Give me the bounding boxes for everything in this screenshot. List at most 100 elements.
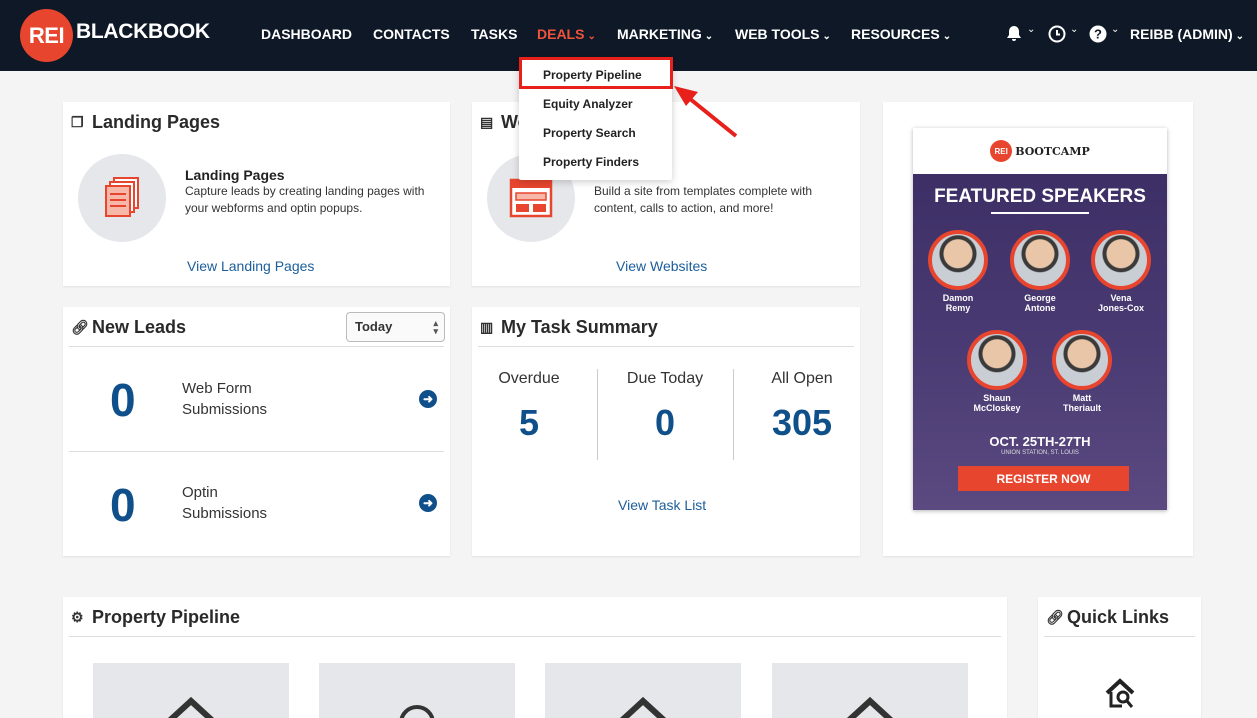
all-open-stat[interactable]: All Open 305 xyxy=(752,370,852,444)
speaker-last-name: Remy xyxy=(945,303,971,313)
arrow-right-circle-icon[interactable]: ➜ xyxy=(419,494,437,512)
web-form-count: 0 xyxy=(110,374,136,426)
new-leads-card: 🔗︎ New Leads Today ▴ ▾ 0 Web Form Submiss… xyxy=(63,307,450,556)
speaker-last-name: McCloskey xyxy=(973,403,1021,413)
link-icon: 🔗︎ xyxy=(1046,609,1064,625)
user-name: REIBB (ADMIN) xyxy=(1130,26,1233,42)
nav-dashboard[interactable]: DASHBOARD xyxy=(261,26,352,42)
speaker-last-name: Antone xyxy=(1024,303,1056,313)
card-title: 🔗︎ Quick Links xyxy=(1046,607,1169,628)
quick-links-card: 🔗︎ Quick Links xyxy=(1038,597,1201,718)
speaker-card: Vena Jones-Cox xyxy=(1086,230,1156,313)
overdue-count: 5 xyxy=(518,402,540,443)
recent-menu[interactable]: ⌄ xyxy=(1047,24,1078,49)
landing-pages-illustration xyxy=(78,154,166,242)
leads-period-value: Today xyxy=(355,319,393,334)
divider xyxy=(69,636,1001,637)
logo-mark: REI xyxy=(20,9,73,62)
landing-pages-description: Capture leads by creating landing pages … xyxy=(185,184,425,215)
nav-tasks[interactable]: TASKS xyxy=(471,26,517,42)
chevron-down-icon: ⌄ xyxy=(587,31,596,42)
optin-label: Optin Submissions xyxy=(182,482,267,524)
divider xyxy=(991,212,1089,214)
house-search-icon[interactable] xyxy=(1104,677,1138,711)
bell-icon xyxy=(1007,26,1021,41)
nav-marketing[interactable]: MARKETING ⌄ xyxy=(617,26,713,42)
landing-pages-card: ❐ Landing Pages Landing Pages Capture le… xyxy=(63,102,450,286)
card-title: ❐ Landing Pages xyxy=(71,112,220,133)
speaker-last-name: Jones-Cox xyxy=(1097,303,1144,313)
card-title: ⚙ Property Pipeline xyxy=(71,607,240,628)
nav-web-tools[interactable]: WEB TOOLS ⌄ xyxy=(735,26,831,42)
web-form-label: Web Form Submissions xyxy=(182,378,267,420)
divider xyxy=(1044,636,1195,637)
due-today-stat[interactable]: Due Today 0 xyxy=(612,370,718,444)
logo-text: BLACKBOOK xyxy=(76,19,210,43)
nav-resources-label: RESOURCES xyxy=(851,26,940,42)
nav-resources[interactable]: RESOURCES ⌄ xyxy=(851,26,951,42)
view-websites-link[interactable]: View Websites xyxy=(616,258,707,274)
ad-title: FEATURED SPEAKERS xyxy=(934,186,1146,207)
speaker-first-name: Shaun xyxy=(983,393,1011,403)
overdue-stat[interactable]: Overdue 5 xyxy=(486,370,572,444)
ad-body: FEATURED SPEAKERS Damon Remy George Anto… xyxy=(913,174,1167,510)
notifications-menu[interactable]: ⌄ xyxy=(1004,24,1035,49)
pointer-arrow-icon xyxy=(674,86,738,138)
view-task-list-link[interactable]: View Task List xyxy=(618,497,706,513)
bootcamp-ad-banner[interactable]: REI BOOTCAMP FEATURED SPEAKERS Damon Rem… xyxy=(913,128,1167,510)
stacked-pages-icon xyxy=(105,177,139,217)
speaker-card: Matt Theriault xyxy=(1047,330,1117,413)
optin-count: 0 xyxy=(110,479,136,531)
clock-icon xyxy=(1048,25,1066,43)
new-leads-title: New Leads xyxy=(92,317,187,337)
website-template-icon xyxy=(509,178,553,218)
speaker-first-name: George xyxy=(1024,293,1056,303)
web-form-label-line1: Web Form xyxy=(182,380,252,397)
ad-logo-mark: REI xyxy=(990,140,1013,162)
menu-item-property-search[interactable]: Property Search xyxy=(543,126,636,140)
pipeline-stage-tile[interactable] xyxy=(545,663,741,718)
chevron-down-icon: ⌄ xyxy=(942,31,952,42)
landing-pages-title: Landing Pages xyxy=(92,112,221,132)
pipeline-stage-tile[interactable] xyxy=(93,663,289,718)
quick-links-title: Quick Links xyxy=(1067,607,1170,627)
logo[interactable]: REI BLACKBOOK xyxy=(20,9,210,62)
chevron-down-icon: ⌄ xyxy=(1070,24,1079,35)
overdue-label: Overdue xyxy=(498,370,560,387)
nav-web-tools-label: WEB TOOLS xyxy=(735,26,820,42)
menu-item-equity-analyzer[interactable]: Equity Analyzer xyxy=(543,97,633,111)
house-icon xyxy=(168,696,214,718)
chevron-down-icon: ⌄ xyxy=(1235,31,1245,42)
register-now-button[interactable]: REGISTER NOW xyxy=(958,466,1129,491)
speaker-photo xyxy=(1091,230,1151,290)
property-pipeline-card: ⚙ Property Pipeline xyxy=(63,597,1007,718)
user-menu[interactable]: REIBB (ADMIN) ⌄ xyxy=(1130,26,1244,42)
view-landing-pages-link[interactable]: View Landing Pages xyxy=(187,258,314,274)
optin-label-line2: Submissions xyxy=(182,505,268,522)
landing-pages-heading: Landing Pages xyxy=(185,167,285,183)
house-icon xyxy=(847,696,893,718)
help-menu[interactable]: ? ⌄ xyxy=(1088,24,1119,49)
arrow-right-circle-icon[interactable]: ➜ xyxy=(419,390,437,408)
speaker-first-name: Matt xyxy=(1072,393,1092,403)
nav-deals[interactable]: DEALS ⌄ xyxy=(537,26,596,42)
pipeline-stage-tile[interactable] xyxy=(772,663,968,718)
ad-logo-text: BOOTCAMP xyxy=(1015,144,1090,158)
divider xyxy=(733,369,734,460)
pipeline-stage-tile[interactable] xyxy=(319,663,515,718)
house-icon xyxy=(620,696,666,718)
menu-item-property-finders[interactable]: Property Finders xyxy=(543,155,639,169)
web-form-label-line2: Submissions xyxy=(182,401,268,418)
chevron-down-icon: ⌄ xyxy=(1027,24,1036,35)
websites-description: Build a site from templates complete wit… xyxy=(594,184,813,215)
due-today-count: 0 xyxy=(654,402,676,443)
nav-contacts[interactable]: CONTACTS xyxy=(373,26,450,42)
speaker-photo xyxy=(1052,330,1112,390)
divider xyxy=(478,346,854,347)
leads-period-select[interactable]: Today ▴ ▾ xyxy=(346,312,445,342)
speaker-first-name: Vena xyxy=(1110,293,1132,303)
optin-label-line1: Optin xyxy=(182,484,218,501)
speaker-card: Shaun McCloskey xyxy=(962,330,1032,413)
speaker-photo xyxy=(967,330,1027,390)
chevron-down-icon: ⌄ xyxy=(822,31,831,42)
